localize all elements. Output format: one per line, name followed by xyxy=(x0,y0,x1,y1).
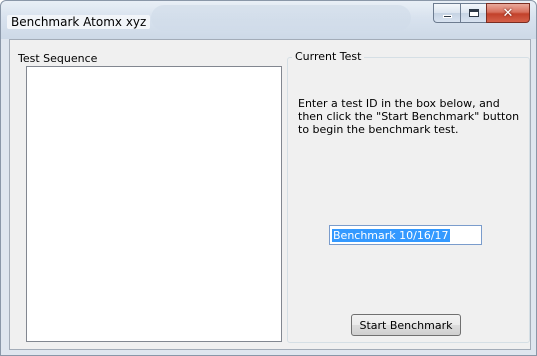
test-sequence-label: Test Sequence xyxy=(18,52,98,65)
minimize-button[interactable] xyxy=(433,3,460,23)
current-test-label: Current Test xyxy=(292,50,365,63)
title-bar[interactable]: Benchmark Atomx xyz ✕ xyxy=(1,1,536,39)
close-button[interactable]: ✕ xyxy=(486,3,530,23)
close-icon: ✕ xyxy=(502,5,514,21)
minimize-icon xyxy=(442,14,452,18)
test-id-input[interactable] xyxy=(329,225,482,245)
instructions-text: Enter a test ID in the box below, and th… xyxy=(298,97,520,136)
title-bar-glass xyxy=(151,5,411,31)
maximize-button[interactable] xyxy=(460,3,486,23)
window-title: Benchmark Atomx xyz xyxy=(7,15,151,29)
maximize-icon xyxy=(468,9,479,17)
start-benchmark-button[interactable]: Start Benchmark xyxy=(351,314,461,336)
caption-buttons: ✕ xyxy=(433,3,530,25)
test-sequence-list[interactable] xyxy=(26,66,282,342)
